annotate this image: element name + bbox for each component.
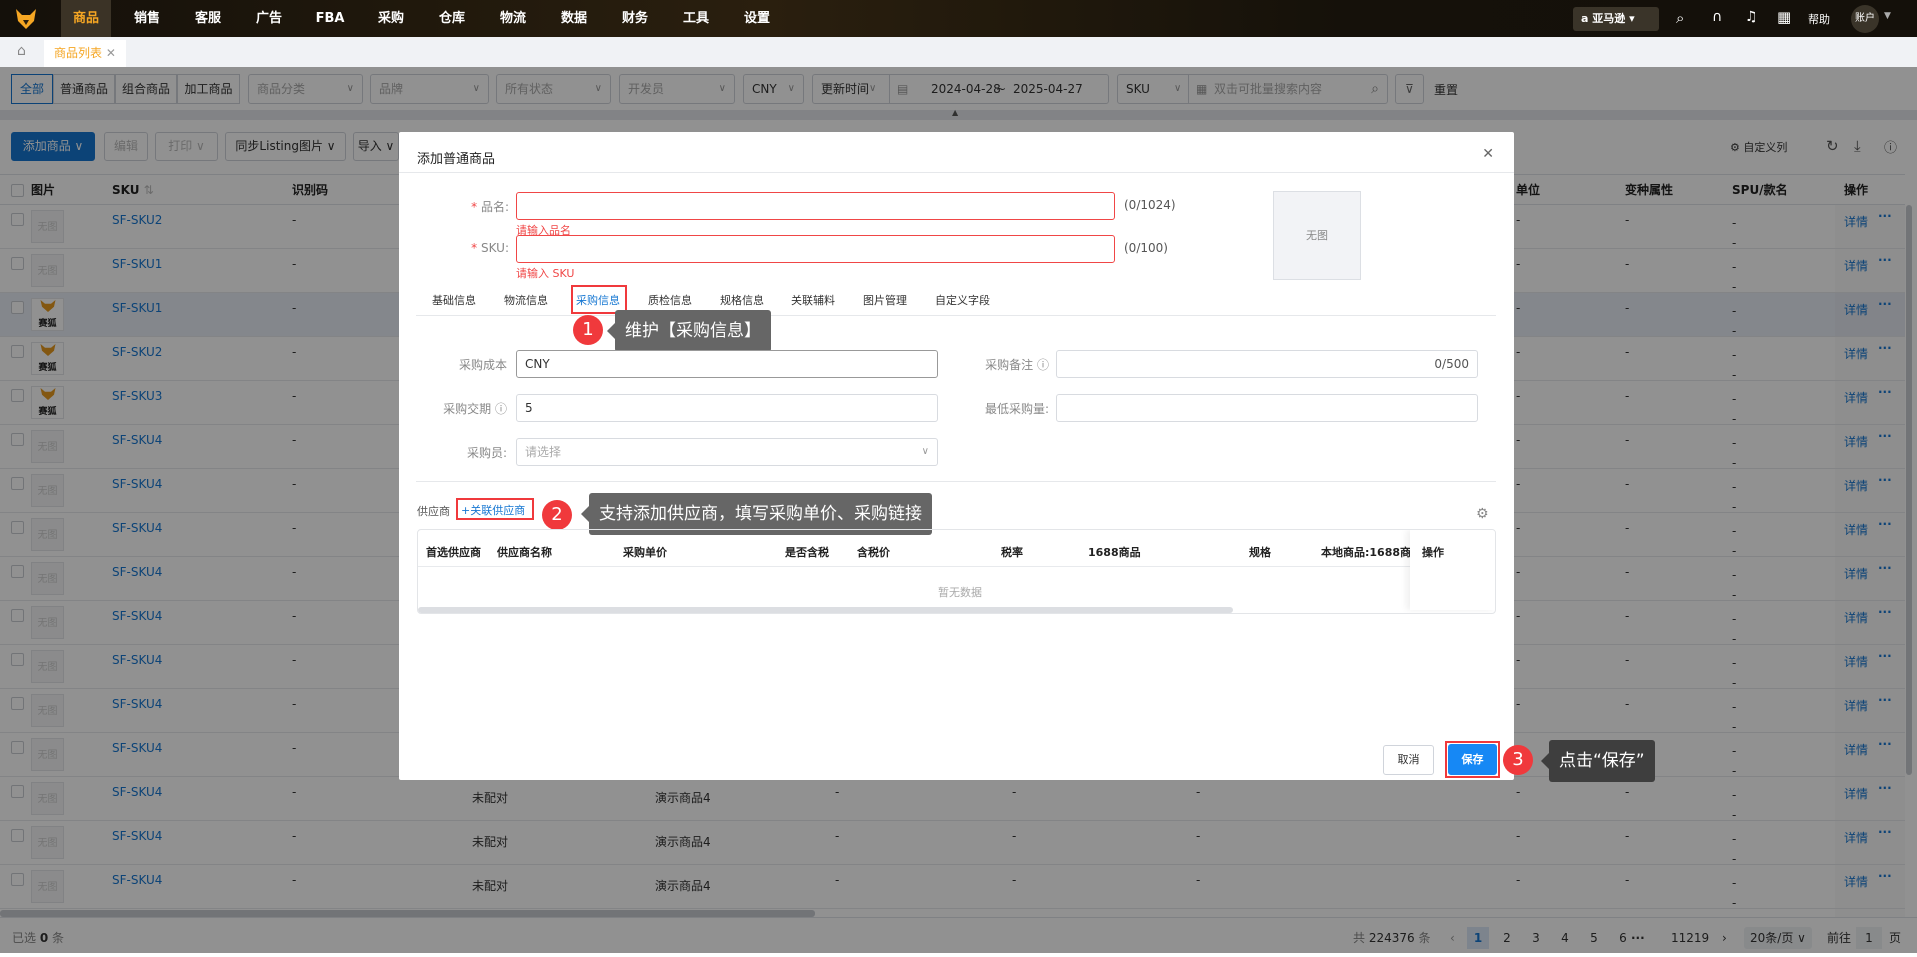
nav-item[interactable]: 财务 bbox=[610, 0, 660, 37]
supplier-col: 含税价 bbox=[857, 546, 890, 559]
amazon-icon: a bbox=[1581, 12, 1589, 25]
tab-product-list[interactable]: 商品列表 ✕ bbox=[44, 40, 126, 67]
tab-4[interactable]: 规格信息 bbox=[720, 292, 764, 308]
supplier-label: 供应商 bbox=[417, 505, 450, 518]
supplier-col: 供应商名称 bbox=[497, 546, 552, 559]
account-dropdown-icon[interactable]: ▼ bbox=[1884, 11, 1891, 21]
chevron-down-icon: ∨ bbox=[921, 446, 929, 457]
supplier-col: 1688商品 bbox=[1088, 546, 1141, 559]
empty-state: 暂无数据 bbox=[938, 586, 982, 599]
sku-error: 请输入 SKU bbox=[516, 267, 575, 280]
headset-icon[interactable]: ∩ bbox=[1712, 9, 1722, 25]
sku-input[interactable] bbox=[516, 235, 1115, 263]
help-link[interactable]: 帮助 bbox=[1808, 11, 1830, 27]
nav-item[interactable]: 工具 bbox=[671, 0, 721, 37]
supplier-col: 首选供应商 bbox=[426, 546, 481, 559]
nav-item[interactable]: 广告 bbox=[244, 0, 294, 37]
add-product-modal: 添加普通商品 ✕ * 品名: (0/1024) 请输入品名 * SKU: (0/… bbox=[399, 132, 1514, 780]
tab-3[interactable]: 质检信息 bbox=[648, 292, 692, 308]
link-supplier-button[interactable]: +关联供应商 bbox=[461, 502, 525, 518]
tab-6[interactable]: 图片管理 bbox=[863, 292, 907, 308]
supplier-table: 首选供应商 供应商名称 采购单价 是否含税 含税价 税率 1688商品 规格 本地商品:1688… bbox=[417, 529, 1496, 614]
supplier-table-scrollbar[interactable] bbox=[418, 607, 1233, 613]
nav-item[interactable]: 销售 bbox=[122, 0, 172, 37]
home-icon[interactable]: ⌂ bbox=[17, 43, 26, 59]
cancel-button[interactable]: 取消 bbox=[1383, 745, 1434, 775]
nav-item[interactable]: FBA bbox=[305, 0, 355, 37]
account-avatar[interactable]: 账户 bbox=[1851, 5, 1879, 33]
help-circle-icon[interactable]: ⓘ bbox=[1037, 358, 1049, 372]
supplier-col: 本地商品:1688商品 bbox=[1321, 546, 1423, 559]
purchase-remark-textarea[interactable]: 0/500 bbox=[1056, 350, 1478, 378]
close-tab-icon[interactable]: ✕ bbox=[106, 46, 116, 60]
platform-selector[interactable]: a 亚马逊 ▾ bbox=[1573, 7, 1659, 31]
supplier-col: 是否含税 bbox=[785, 546, 829, 559]
nav-item[interactable]: 仓库 bbox=[427, 0, 477, 37]
gear-icon[interactable]: ⚙ bbox=[1476, 506, 1489, 522]
tab-0[interactable]: 基础信息 bbox=[432, 292, 476, 308]
nav-item[interactable]: 商品 bbox=[61, 0, 111, 37]
page-tab-bar: ⌂ bbox=[0, 37, 1917, 67]
tab-7[interactable]: 自定义字段 bbox=[935, 292, 990, 308]
nav-item[interactable]: 设置 bbox=[732, 0, 782, 37]
annotation-tooltip-1: 维护【采购信息】 bbox=[607, 310, 771, 352]
supplier-col: 规格 bbox=[1249, 546, 1271, 559]
product-image-placeholder[interactable]: 无图 bbox=[1273, 191, 1361, 280]
supplier-col: 采购单价 bbox=[623, 546, 667, 559]
search-icon[interactable]: ⌕ bbox=[1676, 9, 1684, 27]
annotation-tooltip-3: 点击“保存” bbox=[1541, 740, 1655, 782]
supplier-col-actions: 操作 bbox=[1422, 546, 1444, 559]
product-name-input[interactable] bbox=[516, 192, 1115, 220]
help-circle-icon[interactable]: ⓘ bbox=[495, 402, 507, 416]
nav-item[interactable]: 客服 bbox=[183, 0, 233, 37]
purchase-cost-input[interactable]: CNY bbox=[516, 350, 938, 378]
min-order-qty-input[interactable] bbox=[1056, 394, 1478, 422]
nav-item[interactable]: 采购 bbox=[366, 0, 416, 37]
apps-grid-icon[interactable]: ▦ bbox=[1777, 8, 1791, 26]
nav-item[interactable]: 数据 bbox=[549, 0, 599, 37]
close-icon[interactable]: ✕ bbox=[1482, 146, 1494, 162]
name-label: * 品名: bbox=[471, 200, 509, 214]
bell-icon[interactable]: ♫ bbox=[1745, 9, 1758, 25]
tab-1[interactable]: 物流信息 bbox=[504, 292, 548, 308]
top-nav: 商品 销售 客服 广告 FBA 采购 仓库 物流 数据 财务 工具 设置 a 亚马逊 ▾ ⌕ ∩ ♫ … bbox=[0, 0, 1917, 37]
buyer-select[interactable]: 请选择 ∨ bbox=[516, 438, 938, 466]
lead-time-input[interactable]: 5 bbox=[516, 394, 938, 422]
annotation-badge-2: 2 bbox=[542, 500, 572, 530]
annotation-badge-3: 3 bbox=[1503, 745, 1533, 775]
save-button[interactable]: 保存 bbox=[1448, 744, 1497, 775]
fox-logo-icon[interactable] bbox=[14, 7, 38, 31]
annotation-badge-1: 1 bbox=[573, 315, 603, 345]
supplier-col: 税率 bbox=[1001, 546, 1023, 559]
sku-label: * SKU: bbox=[471, 241, 509, 255]
tab-5[interactable]: 关联辅料 bbox=[791, 292, 835, 308]
nav-item[interactable]: 物流 bbox=[488, 0, 538, 37]
modal-title: 添加普通商品 bbox=[417, 152, 496, 167]
